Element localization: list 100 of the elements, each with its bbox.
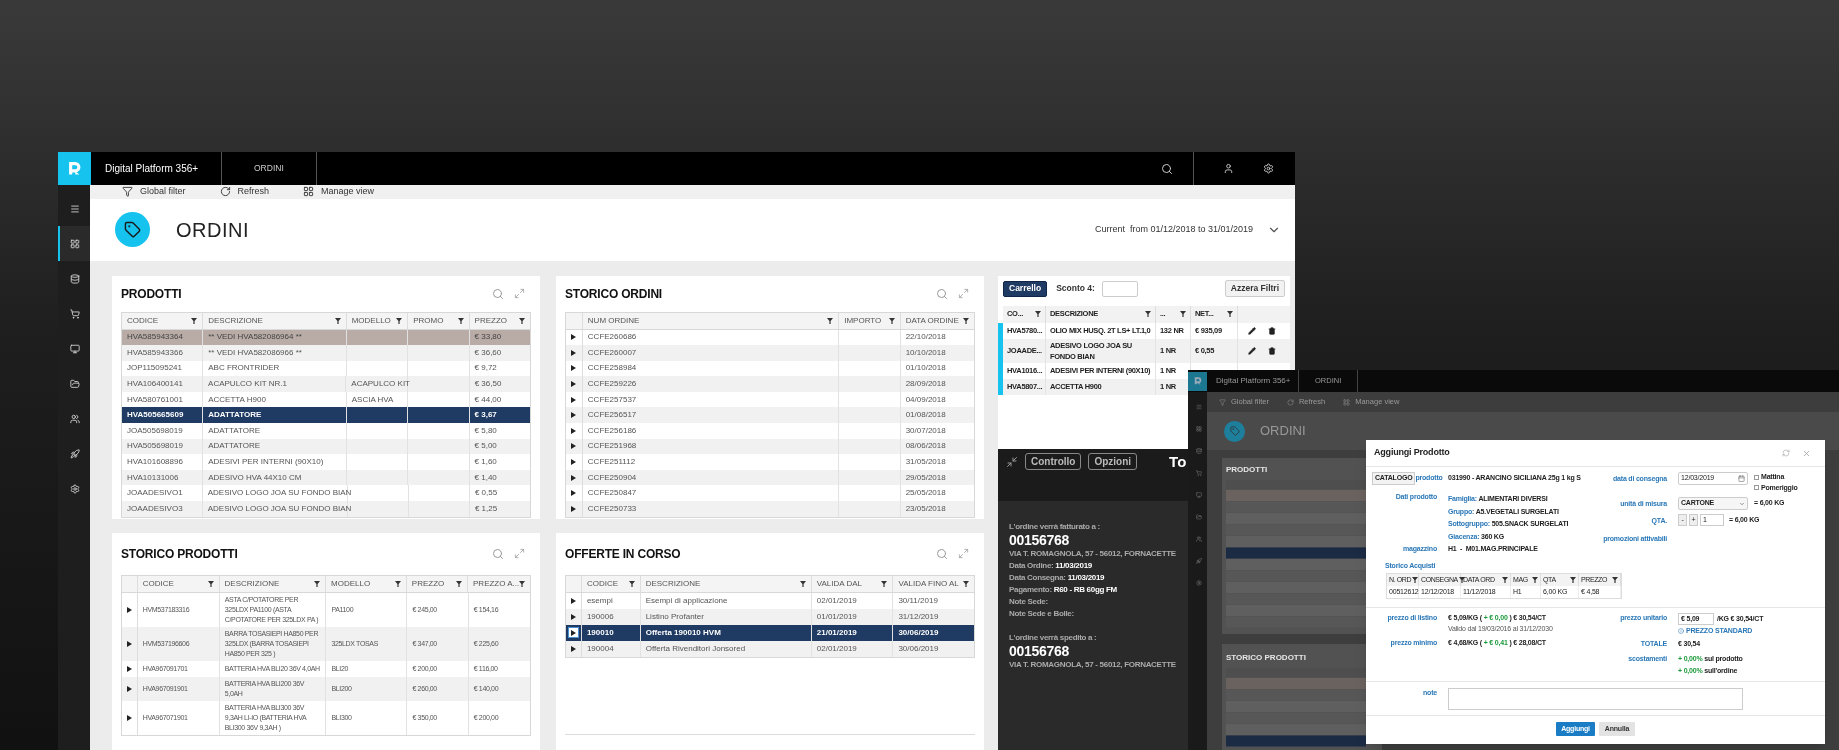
filter-icon[interactable] (1570, 577, 1576, 583)
filter-icon[interactable] (519, 580, 526, 587)
expand-arrow-icon[interactable] (571, 334, 577, 341)
period-label: Current from 01/12/2018 to 31/01/2019 (1094, 222, 1253, 236)
filter-icon[interactable] (1145, 311, 1151, 317)
table-row[interactable]: HVA585943366 ** VEDI HVA582086966 ** € 36,60 (122, 345, 530, 361)
filter-icon[interactable] (628, 580, 635, 587)
settings-icon (1195, 580, 1202, 586)
filter-icon[interactable] (456, 580, 462, 587)
settings-icon[interactable] (1263, 163, 1274, 174)
table-cell: € 36,60 (474, 346, 502, 359)
table-cell: ADATTATORE (208, 409, 262, 422)
discount-field[interactable] (1101, 280, 1138, 297)
filter-icon[interactable] (1612, 577, 1618, 583)
column-header: CODICE (586, 577, 619, 590)
edit-icon[interactable] (1248, 346, 1256, 355)
filter-icon[interactable] (396, 317, 403, 324)
collapse-icon[interactable] (1006, 455, 1018, 468)
table-row[interactable]: CCFE259226 28/09/2018 (566, 376, 974, 392)
search-icon[interactable] (1161, 162, 1173, 175)
expand-arrow-icon[interactable] (571, 490, 577, 497)
expand-arrow-icon[interactable] (571, 412, 577, 419)
monitor-icon (70, 343, 80, 354)
expand-arrow-icon[interactable] (571, 505, 577, 512)
filter-icon (1219, 398, 1226, 406)
filter-icon[interactable] (1458, 577, 1465, 583)
reset-filters-button[interactable]: Azzera Filtri (1224, 280, 1285, 297)
note-field[interactable] (1448, 688, 1743, 710)
filter-icon[interactable] (457, 317, 464, 324)
expand-arrow-icon[interactable] (126, 640, 132, 647)
expand-arrow-icon[interactable] (571, 459, 577, 466)
user-icon[interactable] (1223, 163, 1234, 174)
filter-icon[interactable] (1035, 311, 1041, 317)
table-cell: 01/08/2018 (905, 409, 946, 422)
toolbar-button[interactable]: Refresh (219, 185, 270, 199)
filter-icon[interactable] (881, 580, 888, 587)
table-cell: Esempi di applicazione (645, 594, 728, 607)
summary-button[interactable]: Controllo (1025, 452, 1082, 470)
table-cell: € 0,55 (474, 487, 498, 500)
panel-title: OFFERTE IN CORSO (565, 545, 681, 563)
filter-icon[interactable] (334, 317, 341, 324)
toolbar-button[interactable]: Manage view (303, 185, 375, 199)
filter-icon[interactable] (1412, 577, 1419, 583)
filter-icon[interactable] (1180, 311, 1186, 317)
table-row[interactable]: CCFE256517 01/08/2018 (566, 407, 974, 424)
delete-icon[interactable] (1268, 326, 1276, 335)
filter-icon[interactable] (827, 317, 834, 324)
table-cell: € 3,67 (474, 409, 497, 422)
cart-button[interactable]: Carrello (1003, 280, 1048, 297)
expand-arrow-icon[interactable] (126, 714, 132, 721)
column-header: CODICE (127, 314, 159, 327)
expand-arrow-icon[interactable] (126, 665, 132, 672)
monitor-icon (1195, 492, 1202, 498)
table-row[interactable]: CCFE250733 23/05/2018 (566, 501, 974, 517)
sidebar-button[interactable] (58, 226, 90, 261)
column-header: MODELLO (331, 577, 371, 590)
checkbox[interactable] (1754, 485, 1759, 491)
filter-icon (122, 186, 133, 198)
filter-icon[interactable] (519, 317, 525, 324)
expand-arrow-icon[interactable] (571, 396, 577, 403)
expand-arrow-icon[interactable] (571, 427, 577, 434)
table-cell: ADESIVO LOGO JOA SU FONDO BIAN (207, 487, 352, 500)
table-cell: ** VEDI HVA582086966 ** (208, 346, 302, 359)
filter-icon[interactable] (1532, 577, 1538, 583)
filter-icon[interactable] (799, 580, 806, 587)
filter-icon[interactable] (207, 580, 214, 587)
expand-arrow-icon[interactable] (571, 443, 577, 450)
table-row[interactable]: HVA106400141 ACAPULCO KIT NR.1 ACAPULCO KIT € 36,50 (122, 376, 530, 392)
checkbox[interactable] (1754, 474, 1759, 480)
expand-arrow-icon[interactable] (126, 606, 132, 613)
delete-icon[interactable] (1268, 346, 1276, 355)
table-row[interactable]: HVA505665609 ADATTATORE € 3,67 (122, 407, 530, 424)
panel-title: STORICO PRODOTTI (121, 545, 238, 563)
filter-icon[interactable] (394, 580, 401, 587)
filter-icon[interactable] (314, 580, 320, 587)
table-cell: CCFE251968 (587, 440, 637, 453)
page-title: ORDINI (1260, 422, 1306, 441)
filter-icon[interactable] (963, 317, 969, 324)
filter-icon[interactable] (191, 317, 198, 324)
table-cell: Offerta 190010 HVM (645, 626, 721, 639)
table-row[interactable]: CCFE260007 10/10/2018 (566, 345, 974, 361)
filter-icon[interactable] (963, 580, 969, 587)
toolbar-button[interactable]: Global filter (122, 185, 186, 199)
expand-arrow-icon[interactable] (571, 381, 577, 388)
expand-arrow-icon[interactable] (571, 365, 577, 372)
table-cell: JOAADESIVO1 (127, 487, 183, 500)
expand-arrow-icon[interactable] (571, 474, 577, 481)
expand-arrow-icon[interactable] (571, 349, 577, 356)
edit-icon[interactable] (1248, 326, 1256, 335)
table-cell: CCFE258984 (587, 362, 637, 375)
caret-icon (1739, 500, 1745, 507)
table-row[interactable]: JOAADESIVO3 ADESIVO LOGO JOA SU FONDO BIAN € 1,25 (122, 501, 530, 517)
expand-arrow-icon[interactable] (126, 685, 132, 692)
calendar-icon[interactable] (1738, 475, 1745, 482)
filter-icon[interactable] (888, 317, 895, 324)
summary-button[interactable]: Opzioni (1088, 452, 1138, 470)
filter-icon[interactable] (1502, 577, 1508, 583)
filter-icon[interactable] (1227, 311, 1233, 317)
table-cell: ADATTATORE (208, 424, 261, 437)
panel-title: STORICO ORDINI (565, 285, 662, 303)
